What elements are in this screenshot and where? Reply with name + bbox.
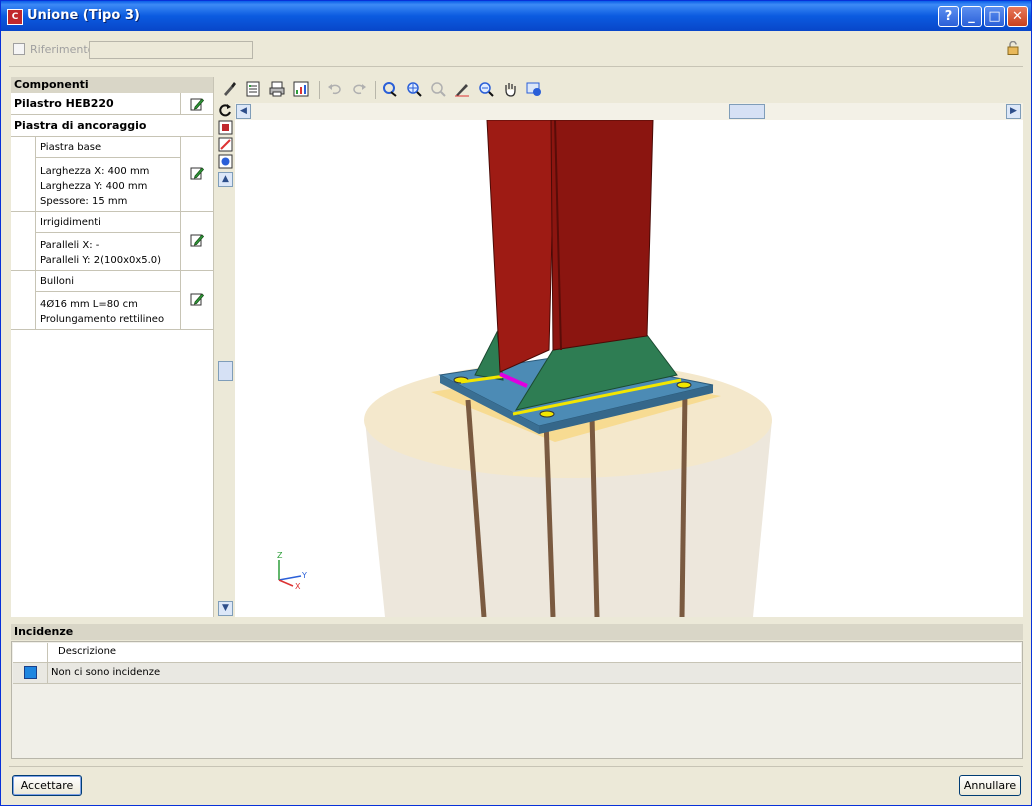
stiffeners-edit-cell: [180, 212, 213, 270]
bolts-edit-cell: [180, 271, 213, 329]
pan-hand-icon[interactable]: [502, 81, 518, 97]
maximize-button[interactable]: □: [984, 6, 1005, 27]
list-view-icon[interactable]: [245, 81, 261, 97]
iso-view-icon[interactable]: [218, 154, 233, 169]
toolbar-separator: [319, 81, 320, 99]
anchor-plate-label: Piastra di ancoraggio: [14, 119, 147, 132]
vertical-scroll-thumb[interactable]: [218, 361, 233, 381]
reference-input[interactable]: [89, 41, 253, 59]
status-column-header: [13, 643, 48, 662]
undo-icon[interactable]: [327, 81, 343, 97]
edit-base-plate-icon[interactable]: [190, 166, 204, 180]
incident-description: Non ci sono incidenze: [51, 667, 161, 678]
incident-row[interactable]: Non ci sono incidenze: [13, 663, 1021, 684]
dialog-window: C Unione (Tipo 3) ? _ □ ✕ Riferimento Co…: [0, 0, 1032, 806]
zoom-window-icon[interactable]: [430, 81, 446, 97]
bolts-title: Bulloni: [36, 271, 180, 292]
unlock-icon[interactable]: [1007, 41, 1019, 55]
y-axis-label: Y: [301, 571, 307, 580]
indent-cell: [11, 137, 36, 211]
incidents-column-header: Descrizione: [13, 643, 1021, 663]
indent-cell: [11, 271, 36, 329]
stiffeners-parallel-x: Paralleli X: -: [40, 240, 100, 251]
base-plate-thickness: Spessore: 15 mm: [40, 196, 128, 207]
print-icon[interactable]: [269, 81, 285, 97]
reference-label: Riferimento: [30, 43, 95, 56]
info-status-icon: [24, 666, 37, 679]
refresh-icon[interactable]: [218, 103, 233, 118]
pen-icon[interactable]: [454, 81, 470, 97]
help-button[interactable]: ?: [938, 6, 959, 27]
scroll-right-button[interactable]: ▶: [1006, 104, 1021, 119]
stiffeners-title: Irrigidimenti: [36, 212, 180, 233]
vertical-scrollbar[interactable]: ▲ ▼: [217, 103, 234, 617]
3d-viewport[interactable]: Z Y X: [235, 120, 1023, 617]
edit-column-icon[interactable]: [190, 97, 204, 111]
components-panel: Componenti Pilastro HEB220 Piastra di an…: [11, 77, 214, 617]
indent-cell: [11, 212, 36, 270]
minimize-button[interactable]: _: [961, 6, 982, 27]
column-label: Pilastro HEB220: [14, 97, 114, 110]
stiffeners-block: Irrigidimenti Paralleli X: - Paralleli Y…: [11, 212, 213, 271]
z-axis-label: Z: [277, 551, 283, 560]
front-view-icon[interactable]: [218, 120, 233, 135]
incidents-header: Incidenze: [11, 624, 1023, 640]
bolts-spec: 4Ø16 mm L=80 cm: [40, 299, 138, 310]
separator: [9, 766, 1023, 767]
base-plate-width-x: Larghezza X: 400 mm: [40, 166, 150, 177]
window-title: Unione (Tipo 3): [27, 8, 140, 23]
base-plate-edit-cell: [180, 137, 213, 211]
redo-icon[interactable]: [351, 81, 367, 97]
zoom-all-icon[interactable]: [406, 81, 422, 97]
toolbar-separator: [375, 81, 376, 99]
description-column-header[interactable]: Descrizione: [58, 646, 116, 657]
view-toolbar: [217, 79, 1023, 101]
anchor-bolt: [679, 391, 688, 617]
bolt-hole: [539, 410, 555, 418]
accept-button[interactable]: Accettare: [12, 775, 82, 796]
anchor-plate-row: Piastra di ancoraggio: [11, 115, 213, 137]
y-axis: [278, 575, 302, 581]
column-flange: [550, 120, 654, 351]
edit-stiffeners-icon[interactable]: [190, 233, 204, 247]
horizontal-scroll-thumb[interactable]: [729, 104, 765, 119]
title-bar[interactable]: C Unione (Tipo 3) ? _ □ ✕: [1, 1, 1031, 31]
x-axis: [278, 579, 294, 587]
brush-icon[interactable]: [221, 81, 237, 97]
scroll-up-button[interactable]: ▲: [218, 172, 233, 187]
rotate-view-icon[interactable]: [382, 81, 398, 97]
horizontal-scrollbar[interactable]: ◀ ▶: [235, 103, 1023, 120]
bolts-block: Bulloni 4Ø16 mm L=80 cm Prolungamento re…: [11, 271, 213, 330]
scroll-left-button[interactable]: ◀: [236, 104, 251, 119]
connection-3d-model: Z Y X: [277, 120, 772, 617]
zoom-out-icon[interactable]: [478, 81, 494, 97]
x-axis-label: X: [295, 582, 301, 591]
incidents-list: Descrizione Non ci sono incidenze: [11, 641, 1023, 759]
side-view-icon[interactable]: [218, 137, 233, 152]
base-plate-block: Piastra base Larghezza X: 400 mm Larghez…: [11, 137, 213, 212]
base-plate-width-y: Larghezza Y: 400 mm: [40, 181, 148, 192]
cancel-button[interactable]: Annullare: [959, 775, 1021, 796]
scroll-down-button[interactable]: ▼: [218, 601, 233, 616]
reference-checkbox[interactable]: [13, 43, 25, 55]
stiffeners-parallel-y: Paralleli Y: 2(100x0x5.0): [40, 255, 162, 266]
report-icon[interactable]: [293, 81, 309, 97]
edit-bolts-icon[interactable]: [190, 292, 204, 306]
separator: [9, 66, 1023, 67]
close-button[interactable]: ✕: [1007, 6, 1028, 27]
base-plate-title: Piastra base: [36, 137, 180, 158]
bolt-hole: [676, 381, 692, 389]
view-settings-icon[interactable]: [526, 81, 542, 97]
components-header: Componenti: [11, 77, 213, 93]
column-edit-cell: [180, 93, 213, 115]
app-icon: C: [7, 9, 23, 25]
bolts-extension: Prolungamento rettilineo: [40, 314, 165, 325]
